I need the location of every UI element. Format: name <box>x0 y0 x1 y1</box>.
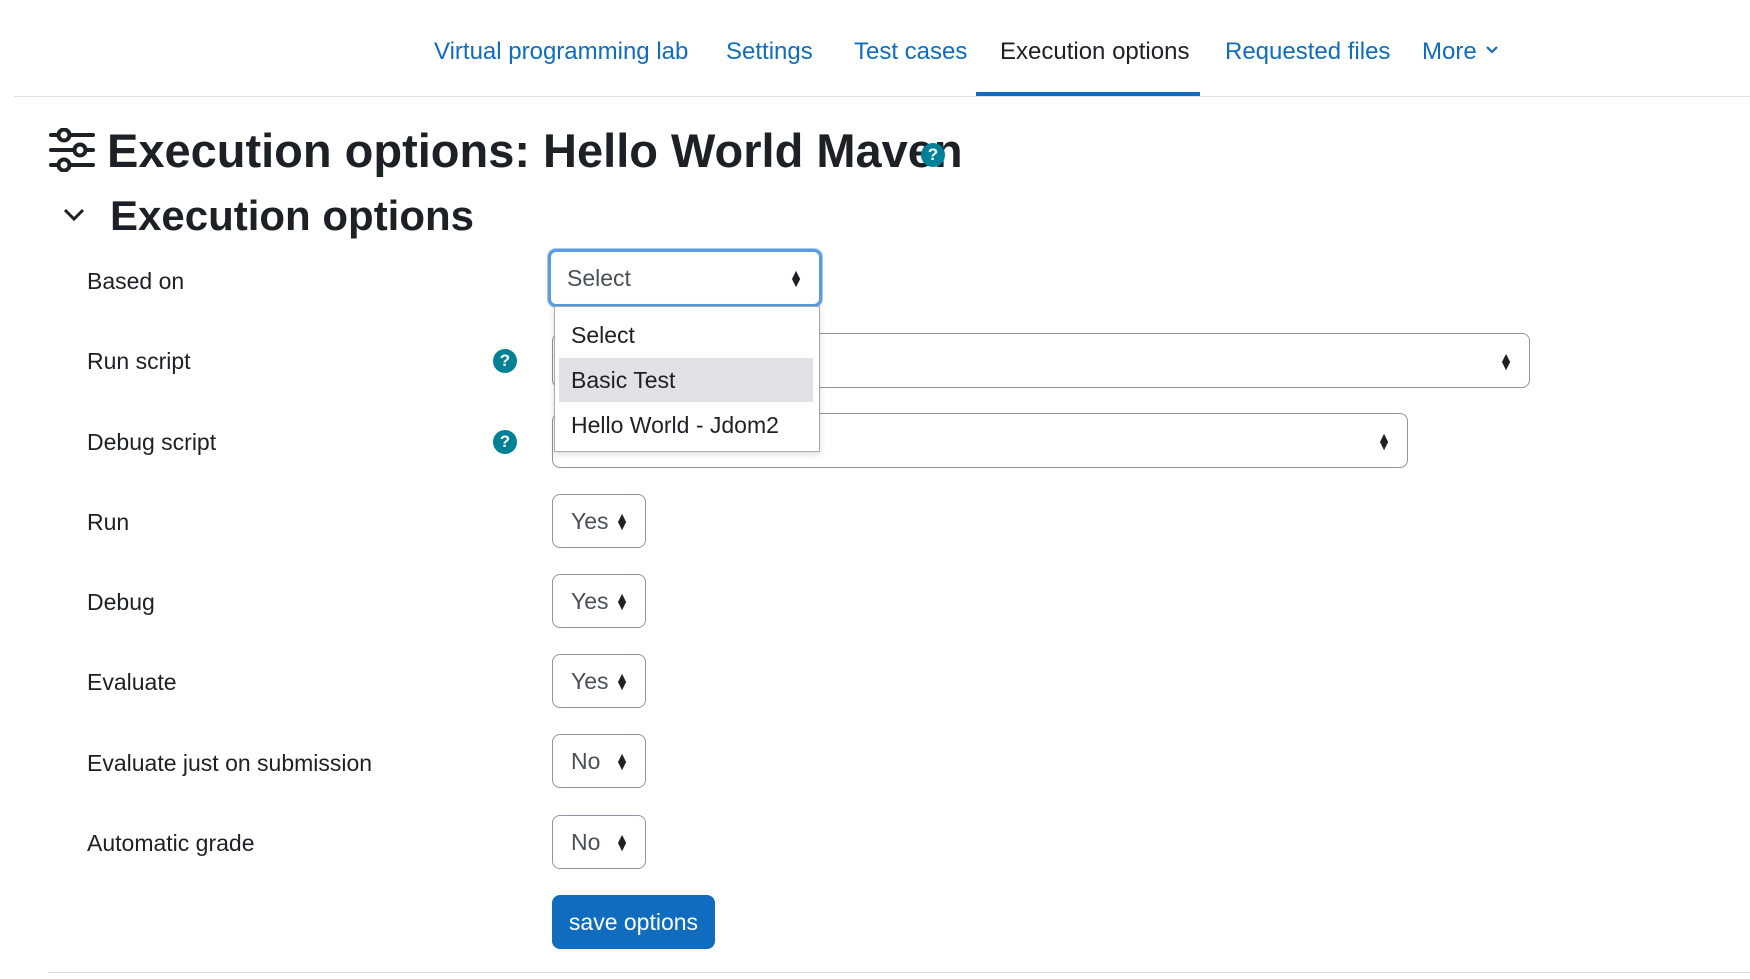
dropdown-option-hello-world-jdom2[interactable]: Hello World - Jdom2 <box>559 403 813 447</box>
automatic-grade-select[interactable]: No ▲ ▼ <box>552 815 646 869</box>
evaluate-just-on-submission-value: No <box>571 748 601 774</box>
chevron-down-icon[interactable] <box>62 205 86 225</box>
help-icon[interactable]: ? <box>493 349 517 373</box>
debug-script-label: Debug script <box>87 429 217 455</box>
select-arrows-icon: ▲ ▼ <box>615 830 629 854</box>
dropdown-option-select[interactable]: Select <box>559 313 813 357</box>
chevron-down-icon <box>1485 45 1498 54</box>
nav-divider <box>14 96 1750 97</box>
automatic-grade-value: No <box>571 829 601 855</box>
save-options-button[interactable]: save options <box>552 895 715 949</box>
nav-virtual-programming-lab[interactable]: Virtual programming lab <box>434 0 688 96</box>
based-on-value: Select <box>567 265 631 291</box>
debug-select[interactable]: Yes ▲ ▼ <box>552 574 646 628</box>
select-arrows-icon: ▲ ▼ <box>1377 428 1391 453</box>
debug-label: Debug <box>87 589 155 615</box>
nav-requested-files[interactable]: Requested files <box>1225 0 1390 96</box>
select-arrows-icon: ▲ ▼ <box>615 749 629 773</box>
based-on-select[interactable]: Select ▲ ▼ <box>548 249 822 307</box>
nav-more-menu[interactable]: More <box>1422 0 1499 96</box>
evaluate-value: Yes <box>571 668 609 694</box>
run-value: Yes <box>571 508 609 534</box>
dropdown-option-basic-test[interactable]: Basic Test <box>559 358 813 402</box>
sliders-icon <box>49 128 95 172</box>
nav-execution-options[interactable]: Execution options <box>1000 0 1189 96</box>
select-arrows-icon: ▲ ▼ <box>615 669 629 693</box>
select-arrows-icon: ▲ ▼ <box>789 266 803 290</box>
automatic-grade-label: Automatic grade <box>87 830 255 856</box>
select-arrows-icon: ▲ ▼ <box>1499 348 1513 373</box>
run-script-label: Run script <box>87 348 191 374</box>
based-on-label: Based on <box>87 268 185 294</box>
run-label: Run <box>87 509 130 535</box>
nav-more-label: More <box>1422 38 1477 65</box>
nav-settings[interactable]: Settings <box>726 0 813 96</box>
select-arrows-icon: ▲ ▼ <box>615 509 629 533</box>
debug-value: Yes <box>571 588 609 614</box>
footer-divider <box>48 972 1750 973</box>
based-on-dropdown-list: Select Basic Test Hello World - Jdom2 <box>554 306 820 452</box>
evaluate-label: Evaluate <box>87 669 177 695</box>
evaluate-just-on-submission-select[interactable]: No ▲ ▼ <box>552 734 646 788</box>
select-arrows-icon: ▲ ▼ <box>615 589 629 613</box>
run-select[interactable]: Yes ▲ ▼ <box>552 494 646 548</box>
page-title: Execution options: Hello World Maven <box>107 124 963 177</box>
help-icon[interactable]: ? <box>493 430 517 454</box>
nav-test-cases[interactable]: Test cases <box>854 0 967 96</box>
section-heading: Execution options <box>110 192 475 239</box>
evaluate-select[interactable]: Yes ▲ ▼ <box>552 654 646 708</box>
evaluate-just-on-submission-label: Evaluate just on submission <box>87 750 373 776</box>
help-icon[interactable]: ? <box>921 143 945 167</box>
